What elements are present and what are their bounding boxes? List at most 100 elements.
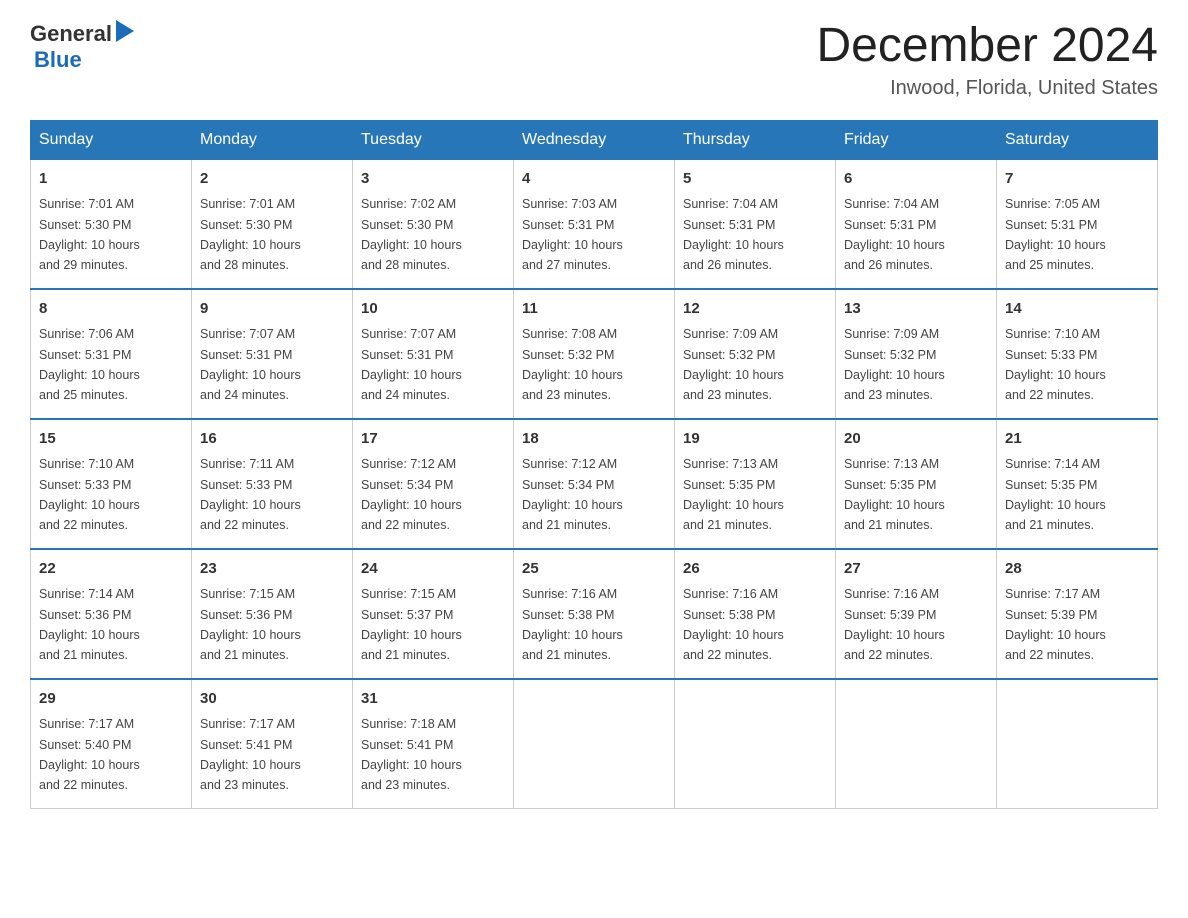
day-number: 1 [39,168,183,191]
day-info: Sunrise: 7:13 AMSunset: 5:35 PMDaylight:… [683,457,784,532]
day-info: Sunrise: 7:08 AMSunset: 5:32 PMDaylight:… [522,327,623,402]
calendar-title: December 2024 [816,20,1158,73]
week-row-2: 8 Sunrise: 7:06 AMSunset: 5:31 PMDaylight… [31,289,1158,419]
calendar-cell: 18Sunrise: 7:12 AMSunset: 5:34 PMDayligh… [514,419,675,549]
day-info: Sunrise: 7:05 AMSunset: 5:31 PMDaylight:… [1005,197,1106,272]
day-number: 30 [200,688,344,711]
day-number: 15 [39,428,183,451]
day-number: 17 [361,428,505,451]
calendar-cell: 25 Sunrise: 7:16 AMSunset: 5:38 PMDayligh… [514,549,675,679]
day-info: Sunrise: 7:18 AMSunset: 5:41 PMDaylight:… [361,717,462,792]
day-number: 13 [844,298,988,321]
calendar-cell: 4 Sunrise: 7:03 AMSunset: 5:31 PMDaylight… [514,159,675,289]
day-info: Sunrise: 7:11 AMSunset: 5:33 PMDaylight:… [200,457,301,532]
day-info: Sunrise: 7:17 AMSunset: 5:40 PMDaylight:… [39,717,140,792]
calendar-cell: 20Sunrise: 7:13 AMSunset: 5:35 PMDayligh… [836,419,997,549]
day-info: Sunrise: 7:06 AMSunset: 5:31 PMDaylight:… [39,327,140,402]
day-number: 26 [683,558,827,581]
day-info: Sunrise: 7:04 AMSunset: 5:31 PMDaylight:… [683,197,784,272]
day-info: Sunrise: 7:16 AMSunset: 5:39 PMDaylight:… [844,587,945,662]
day-info: Sunrise: 7:09 AMSunset: 5:32 PMDaylight:… [683,327,784,402]
calendar-cell: 13 Sunrise: 7:09 AMSunset: 5:32 PMDayligh… [836,289,997,419]
calendar-cell: 27 Sunrise: 7:16 AMSunset: 5:39 PMDayligh… [836,549,997,679]
day-info: Sunrise: 7:14 AMSunset: 5:36 PMDaylight:… [39,587,140,662]
day-info: Sunrise: 7:01 AMSunset: 5:30 PMDaylight:… [39,197,140,272]
day-number: 10 [361,298,505,321]
logo: General Blue [30,20,134,73]
calendar-cell: 7 Sunrise: 7:05 AMSunset: 5:31 PMDaylight… [997,159,1158,289]
day-number: 31 [361,688,505,711]
weekday-header-saturday: Saturday [997,120,1158,159]
day-info: Sunrise: 7:09 AMSunset: 5:32 PMDaylight:… [844,327,945,402]
calendar-cell: 5 Sunrise: 7:04 AMSunset: 5:31 PMDaylight… [675,159,836,289]
day-number: 12 [683,298,827,321]
day-info: Sunrise: 7:04 AMSunset: 5:31 PMDaylight:… [844,197,945,272]
day-info: Sunrise: 7:17 AMSunset: 5:41 PMDaylight:… [200,717,301,792]
calendar-table: SundayMondayTuesdayWednesdayThursdayFrid… [30,120,1158,809]
day-number: 20 [844,428,988,451]
weekday-header-row: SundayMondayTuesdayWednesdayThursdayFrid… [31,120,1158,159]
day-number: 24 [361,558,505,581]
day-number: 29 [39,688,183,711]
day-number: 3 [361,168,505,191]
day-number: 22 [39,558,183,581]
day-number: 16 [200,428,344,451]
day-info: Sunrise: 7:03 AMSunset: 5:31 PMDaylight:… [522,197,623,272]
day-number: 9 [200,298,344,321]
weekday-header-wednesday: Wednesday [514,120,675,159]
day-number: 5 [683,168,827,191]
day-info: Sunrise: 7:10 AMSunset: 5:33 PMDaylight:… [39,457,140,532]
calendar-cell: 8 Sunrise: 7:06 AMSunset: 5:31 PMDaylight… [31,289,192,419]
day-info: Sunrise: 7:12 AMSunset: 5:34 PMDaylight:… [361,457,462,532]
page-header: General Blue December 2024 Inwood, Flori… [30,20,1158,100]
calendar-cell: 23 Sunrise: 7:15 AMSunset: 5:36 PMDayligh… [192,549,353,679]
day-number: 19 [683,428,827,451]
day-number: 27 [844,558,988,581]
calendar-subtitle: Inwood, Florida, United States [816,77,1158,100]
day-number: 18 [522,428,666,451]
calendar-cell: 31 Sunrise: 7:18 AMSunset: 5:41 PMDayligh… [353,679,514,809]
day-number: 21 [1005,428,1149,451]
calendar-cell [675,679,836,809]
day-info: Sunrise: 7:15 AMSunset: 5:37 PMDaylight:… [361,587,462,662]
calendar-cell: 6 Sunrise: 7:04 AMSunset: 5:31 PMDaylight… [836,159,997,289]
week-row-3: 15 Sunrise: 7:10 AMSunset: 5:33 PMDayligh… [31,419,1158,549]
day-info: Sunrise: 7:15 AMSunset: 5:36 PMDaylight:… [200,587,301,662]
week-row-1: 1 Sunrise: 7:01 AMSunset: 5:30 PMDaylight… [31,159,1158,289]
day-number: 23 [200,558,344,581]
day-info: Sunrise: 7:01 AMSunset: 5:30 PMDaylight:… [200,197,301,272]
calendar-cell [514,679,675,809]
day-info: Sunrise: 7:07 AMSunset: 5:31 PMDaylight:… [200,327,301,402]
calendar-cell: 29 Sunrise: 7:17 AMSunset: 5:40 PMDayligh… [31,679,192,809]
day-number: 6 [844,168,988,191]
day-number: 2 [200,168,344,191]
day-number: 4 [522,168,666,191]
calendar-cell: 28 Sunrise: 7:17 AMSunset: 5:39 PMDayligh… [997,549,1158,679]
logo-blue-text: Blue [34,47,82,73]
day-number: 25 [522,558,666,581]
day-number: 28 [1005,558,1149,581]
weekday-header-tuesday: Tuesday [353,120,514,159]
logo-triangle-icon [116,20,134,47]
calendar-cell: 21 Sunrise: 7:14 AMSunset: 5:35 PMDayligh… [997,419,1158,549]
calendar-cell: 17 Sunrise: 7:12 AMSunset: 5:34 PMDayligh… [353,419,514,549]
calendar-cell: 1 Sunrise: 7:01 AMSunset: 5:30 PMDaylight… [31,159,192,289]
calendar-cell: 26Sunrise: 7:16 AMSunset: 5:38 PMDayligh… [675,549,836,679]
calendar-cell: 15 Sunrise: 7:10 AMSunset: 5:33 PMDayligh… [31,419,192,549]
day-number: 7 [1005,168,1149,191]
logo-general-text: General [30,21,112,47]
week-row-4: 22 Sunrise: 7:14 AMSunset: 5:36 PMDayligh… [31,549,1158,679]
calendar-cell: 30 Sunrise: 7:17 AMSunset: 5:41 PMDayligh… [192,679,353,809]
day-info: Sunrise: 7:17 AMSunset: 5:39 PMDaylight:… [1005,587,1106,662]
day-info: Sunrise: 7:14 AMSunset: 5:35 PMDaylight:… [1005,457,1106,532]
day-info: Sunrise: 7:16 AMSunset: 5:38 PMDaylight:… [522,587,623,662]
calendar-cell: 22 Sunrise: 7:14 AMSunset: 5:36 PMDayligh… [31,549,192,679]
title-area: December 2024 Inwood, Florida, United St… [816,20,1158,100]
calendar-cell: 19 Sunrise: 7:13 AMSunset: 5:35 PMDayligh… [675,419,836,549]
calendar-cell: 16 Sunrise: 7:11 AMSunset: 5:33 PMDayligh… [192,419,353,549]
calendar-cell [997,679,1158,809]
calendar-cell: 11Sunrise: 7:08 AMSunset: 5:32 PMDayligh… [514,289,675,419]
day-number: 8 [39,298,183,321]
calendar-cell: 9 Sunrise: 7:07 AMSunset: 5:31 PMDaylight… [192,289,353,419]
weekday-header-sunday: Sunday [31,120,192,159]
